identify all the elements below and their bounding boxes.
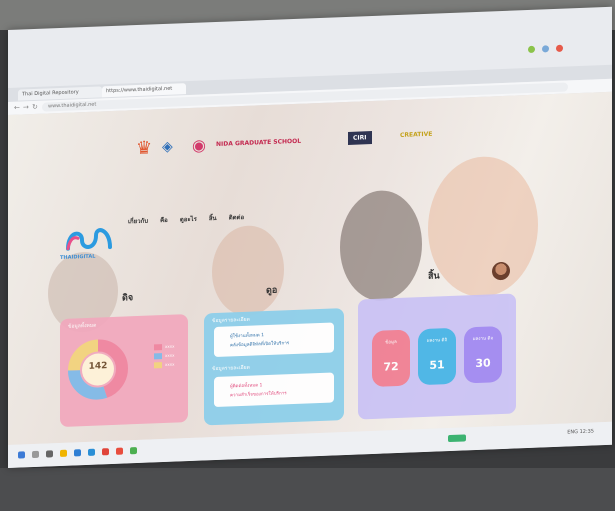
start-icon[interactable] <box>18 451 25 459</box>
language-indicator[interactable]: ENG <box>567 429 578 435</box>
partner-name-1: NIDA GRADUATE SCHOOL <box>216 137 302 149</box>
info-line-4: ความสำเร็จของการให้บริการ <box>230 391 287 399</box>
stat-value: 72 <box>383 359 399 374</box>
info-line-3: ผู้ติดต่อทั้งหมด 1 <box>230 383 263 390</box>
nav-item-4[interactable]: สิ้น <box>209 215 217 222</box>
edge-icon[interactable] <box>74 449 81 457</box>
system-tray: ENG 12:35 <box>567 428 594 435</box>
seal-icon: ◉ <box>192 135 206 155</box>
info-line-2: คลังข้อมูลดิจิทัลที่เปิดให้บริการ <box>230 341 290 349</box>
partner-name-3: CREATIVE <box>400 130 433 139</box>
projector-screen: Thai Digital Repository https://www.thai… <box>8 6 612 468</box>
nav-item-about[interactable]: เกี่ยวกับ <box>128 218 148 226</box>
back-icon[interactable]: ← <box>14 104 20 113</box>
background-photo <box>212 224 284 318</box>
search-icon[interactable] <box>32 450 39 459</box>
donut-legend: xxxx xxxx xxxx <box>154 343 174 371</box>
app-icon[interactable] <box>102 448 109 456</box>
app-icon[interactable] <box>130 447 137 455</box>
legend-item: xxxx <box>154 361 174 371</box>
info-card: ข้อมูลรายละเอียด ผู้ใช้งานทั้งหมด 1 คลัง… <box>204 308 344 426</box>
main-nav: เกี่ยวกับ คือ ดูอะไร สิ้น ติดต่อ <box>128 212 254 227</box>
stat-value: 30 <box>475 356 491 371</box>
info-line-1: ผู้ใช้งานทั้งหมด 1 <box>230 333 265 340</box>
section-title-middle: ดูอ <box>266 285 278 297</box>
stat-tile[interactable]: ผลงาน ดิจิ 51 <box>418 327 456 386</box>
battery-icon[interactable] <box>448 434 466 443</box>
emblem-icon: ◈ <box>162 138 173 156</box>
info-card-title-2: ข้อมูลรายละเอียด <box>212 364 250 373</box>
crest-icon: ♛ <box>136 137 153 160</box>
task-view-icon[interactable] <box>46 450 53 458</box>
info-box-1[interactable]: ผู้ใช้งานทั้งหมด 1 คลังข้อมูลดิจิทัลที่เ… <box>214 322 334 358</box>
forward-icon[interactable]: → <box>23 103 29 112</box>
extension-icon[interactable] <box>542 45 549 53</box>
donut-card: ข้อมูลทั้งหมด 142 xxxx xxxx xxxx <box>60 314 188 428</box>
stat-value: 51 <box>429 358 445 372</box>
background-photo <box>340 189 422 303</box>
brand-name: THAIDIGITAL <box>60 253 96 262</box>
nav-item-2[interactable]: คือ <box>160 217 168 224</box>
section-title-left: ดิจ <box>122 293 134 304</box>
donut-card-title: ข้อมูลทั้งหมด <box>68 322 97 330</box>
clock[interactable]: 12:35 <box>580 428 594 435</box>
web-page: ♛ ◈ ◉ NIDA GRADUATE SCHOOL CIRI CREATIVE… <box>8 91 612 445</box>
background-photo <box>428 154 538 299</box>
stat-tile[interactable]: ผลงาน ดิจ 30 <box>464 326 502 384</box>
info-card-title-1: ข้อมูลรายละเอียด <box>212 316 250 325</box>
nav-item-contact[interactable]: ติดต่อ <box>229 214 244 222</box>
chrome-icon[interactable] <box>88 448 95 456</box>
profile-icon[interactable] <box>556 44 563 52</box>
extension-icon[interactable] <box>528 45 535 54</box>
brand-logo[interactable]: THAIDIGITAL <box>60 223 120 270</box>
wall-bottom <box>0 468 615 511</box>
nav-item-3[interactable]: ดูอะไร <box>180 216 197 224</box>
info-box-2[interactable]: ผู้ติดต่อทั้งหมด 1 ความสำเร็จของการให้บร… <box>214 372 334 408</box>
stats-card: ข้อมูล 72 ผลงาน ดิจิ 51 ผลงาน ดิจ 30 <box>358 293 516 420</box>
reload-icon[interactable]: ↻ <box>32 103 38 112</box>
stat-tile[interactable]: ข้อมูล 72 <box>372 329 410 388</box>
wave-logo-icon <box>66 228 112 251</box>
folder-icon[interactable] <box>60 449 67 458</box>
section-title-right: สิ้น <box>428 271 440 282</box>
partner-name-2: CIRI <box>348 131 372 145</box>
app-icon[interactable] <box>116 447 123 455</box>
